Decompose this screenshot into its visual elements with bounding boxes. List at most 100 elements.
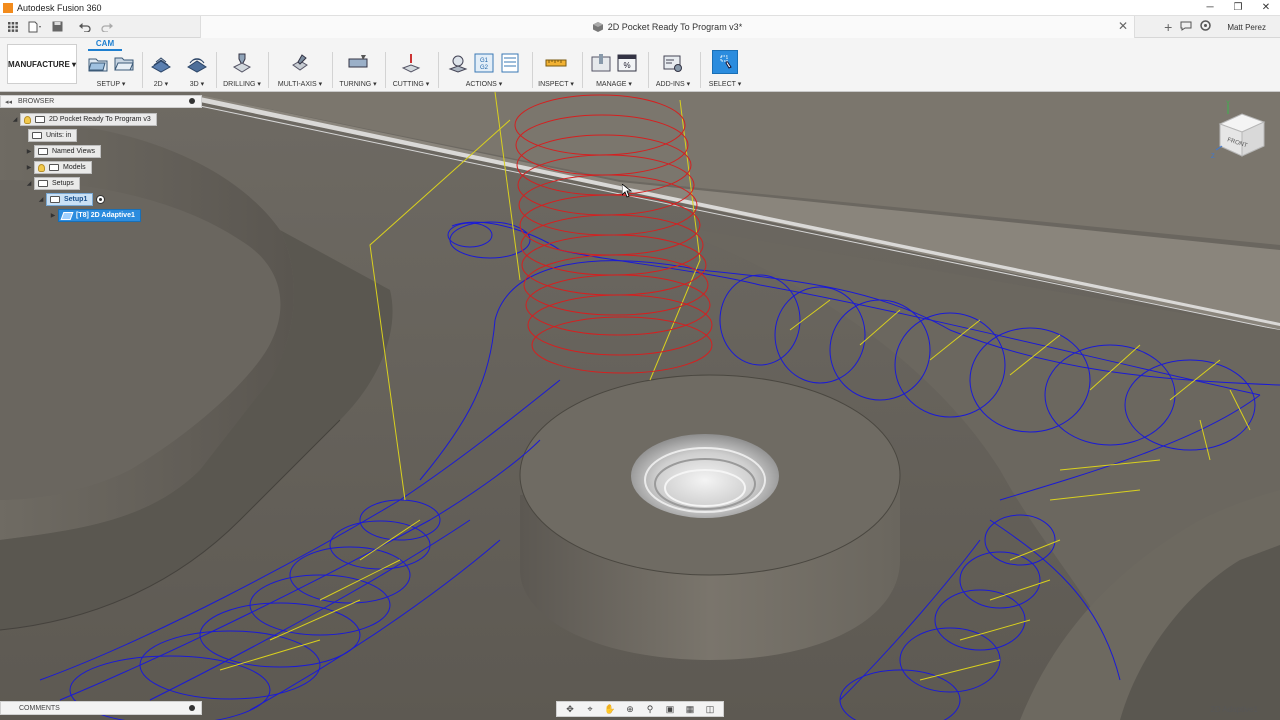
drilling-menu[interactable]: DRILLING ▾ xyxy=(222,80,262,88)
setup-open-icon[interactable] xyxy=(113,53,135,73)
ribbon-separator xyxy=(438,52,439,88)
pin-icon[interactable] xyxy=(189,98,195,104)
user-account[interactable]: Matt Perez xyxy=(1227,23,1266,32)
app-grid-icon[interactable] xyxy=(4,18,22,36)
tree-item-units[interactable]: Units: in xyxy=(28,129,78,142)
post-library-icon[interactable]: % xyxy=(616,53,638,73)
visibility-bulb-icon[interactable] xyxy=(24,115,31,124)
zoom-window-icon[interactable]: ⚲ xyxy=(643,703,657,715)
quick-access-bar: 2D Pocket Ready To Program v3* ✕ + Matt … xyxy=(0,16,1280,38)
mouse-cursor-icon xyxy=(621,183,633,201)
cutting-icon[interactable] xyxy=(400,53,422,73)
ribbon-separator xyxy=(700,52,701,88)
pan-icon[interactable]: ✋ xyxy=(603,703,617,715)
3d-viewport[interactable] xyxy=(0,92,1280,720)
setup-menu[interactable]: SETUP ▾ xyxy=(84,80,138,88)
select-menu[interactable]: SELECT ▾ xyxy=(704,80,746,88)
2d-menu[interactable]: 2D ▾ xyxy=(148,80,174,88)
display-settings-icon[interactable]: ▣ xyxy=(663,703,677,715)
document-tab[interactable]: 2D Pocket Ready To Program v3* ✕ xyxy=(200,16,1135,38)
tree-item-root[interactable]: ◢ 2D Pocket Ready To Program v3 xyxy=(10,113,157,126)
svg-text:G2: G2 xyxy=(480,65,489,71)
expand-arrow-icon[interactable]: ▶ xyxy=(24,164,34,171)
pin-icon[interactable] xyxy=(189,705,195,711)
adaptive-op-icon xyxy=(60,211,74,220)
tree-item-label: Named Views xyxy=(52,148,96,155)
cutting-menu[interactable]: CUTTING ▾ xyxy=(390,80,432,88)
tree-item-setup1[interactable]: ◢ Setup1 xyxy=(36,193,106,206)
3d-group: 3D ▾ xyxy=(184,52,210,90)
visibility-bulb-icon[interactable] xyxy=(38,163,45,172)
inspect-menu[interactable]: INSPECT ▾ xyxy=(536,80,576,88)
browser-header[interactable]: ◂◂ BROWSER xyxy=(0,95,202,108)
minimize-button[interactable]: ─ xyxy=(1196,0,1224,16)
post-process-icon[interactable]: G1 G2 xyxy=(473,53,495,73)
expand-arrow-icon[interactable]: ◢ xyxy=(24,180,34,187)
expand-arrow-icon[interactable]: ▶ xyxy=(24,148,34,155)
orbit-icon[interactable]: ✥ xyxy=(563,703,577,715)
browser-panel: ◂◂ BROWSER ◢ 2D Pocket Ready To Program … xyxy=(0,95,202,222)
turning-icon[interactable] xyxy=(347,53,369,73)
tree-item-setups[interactable]: ◢ Setups xyxy=(24,177,80,190)
ribbon-separator xyxy=(268,52,269,88)
grid-settings-icon[interactable]: ▦ xyxy=(683,703,697,715)
expand-arrow-icon[interactable]: ◢ xyxy=(10,116,20,123)
expand-arrow-icon[interactable]: ▶ xyxy=(48,212,58,219)
tool-library-icon[interactable] xyxy=(590,53,612,73)
zoom-icon[interactable]: ⊕ xyxy=(623,703,637,715)
tree-item-models[interactable]: ▶ Models xyxy=(24,161,92,174)
select-cursor-icon[interactable] xyxy=(712,50,738,74)
notifications-icon[interactable] xyxy=(1180,21,1192,34)
workspace-switcher[interactable]: MANUFACTURE ▾ xyxy=(7,44,77,84)
multiaxis-group: MULTI-AXIS ▾ xyxy=(274,52,326,90)
addins-group: ADD-INS ▾ xyxy=(652,52,694,90)
close-window-button[interactable]: ✕ xyxy=(1252,0,1280,16)
ribbon-separator xyxy=(142,52,143,88)
measure-icon[interactable] xyxy=(545,53,567,73)
drilling-group: DRILLING ▾ xyxy=(222,52,262,90)
add-ins-menu[interactable]: ADD-INS ▾ xyxy=(652,80,694,88)
job-status-icon[interactable] xyxy=(1200,20,1212,34)
simulate-icon[interactable] xyxy=(447,53,469,73)
model-render xyxy=(0,92,1280,720)
multi-axis-icon[interactable] xyxy=(289,53,311,73)
ribbon-separator xyxy=(332,52,333,88)
turning-group: TURNING ▾ xyxy=(336,52,380,90)
app-title: Autodesk Fusion 360 xyxy=(17,2,102,13)
actions-menu[interactable]: ACTIONS ▾ xyxy=(442,80,526,88)
file-menu-icon[interactable] xyxy=(26,18,44,36)
activate-radio-icon[interactable] xyxy=(96,195,106,204)
multi-axis-menu[interactable]: MULTI-AXIS ▾ xyxy=(274,80,326,88)
redo-icon[interactable] xyxy=(98,18,116,36)
viewports-icon[interactable]: ◫ xyxy=(703,703,717,715)
tree-item-label: 2D Pocket Ready To Program v3 xyxy=(49,116,151,123)
comments-panel[interactable]: COMMENTS xyxy=(0,701,202,715)
drill-icon[interactable] xyxy=(231,53,253,73)
expand-arrow-icon[interactable]: ◢ xyxy=(36,196,46,203)
inspect-group: INSPECT ▾ xyxy=(536,52,576,90)
document-icon xyxy=(35,116,45,123)
tree-item-named-views[interactable]: ▶ Named Views xyxy=(24,145,102,158)
2d-adaptive-icon[interactable] xyxy=(150,53,172,73)
cutting-group: CUTTING ▾ xyxy=(390,52,432,90)
close-tab-icon[interactable]: ✕ xyxy=(1118,19,1128,33)
tree-item-label: Models xyxy=(63,164,86,171)
manage-menu[interactable]: MANAGE ▾ xyxy=(586,80,642,88)
viewcube[interactable]: FRONT Y Z xyxy=(1208,100,1272,164)
new-tab-icon[interactable]: + xyxy=(1164,19,1172,35)
setup-sheet-icon[interactable] xyxy=(499,53,521,73)
tree-item-label: Setups xyxy=(52,180,74,187)
save-icon[interactable] xyxy=(48,18,66,36)
undo-icon[interactable] xyxy=(76,18,94,36)
turning-menu[interactable]: TURNING ▾ xyxy=(336,80,380,88)
look-at-icon[interactable]: ⌖ xyxy=(583,703,597,715)
3d-adaptive-icon[interactable] xyxy=(186,53,208,73)
tab-cam[interactable]: CAM xyxy=(88,39,122,51)
restore-button[interactable]: ❐ xyxy=(1224,0,1252,16)
3d-menu[interactable]: 3D ▾ xyxy=(184,80,210,88)
setup-icon[interactable] xyxy=(87,53,109,73)
scripts-addins-icon[interactable] xyxy=(662,53,684,73)
collapse-panel-icon[interactable]: ◂◂ xyxy=(5,98,12,106)
tree-item-operation[interactable]: ▶ [T8] 2D Adaptive1 xyxy=(48,209,141,222)
actions-group: G1 G2 ACTIONS ▾ xyxy=(442,52,526,90)
